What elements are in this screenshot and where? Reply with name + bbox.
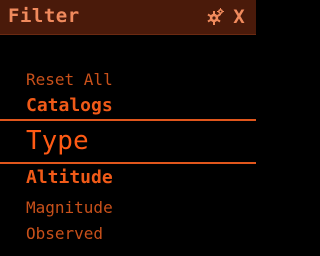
menu-item-observed[interactable]: Observed: [26, 224, 103, 243]
close-button[interactable]: X: [228, 5, 250, 29]
selection-divider-bottom: [0, 162, 256, 164]
menu-item-reset-all[interactable]: Reset All: [26, 70, 113, 89]
filter-screen: Filter X Reset All Catalogs Type Altitud…: [0, 0, 256, 256]
menu-item-catalogs[interactable]: Catalogs: [26, 95, 113, 116]
settings-button[interactable]: [204, 5, 226, 29]
window-title: Filter: [8, 5, 80, 27]
selection-divider-top: [0, 119, 256, 121]
title-bar: Filter X: [0, 0, 256, 35]
menu-item-type[interactable]: Type: [26, 126, 89, 156]
close-icon: X: [233, 5, 245, 28]
menu-item-altitude[interactable]: Altitude: [26, 167, 113, 188]
gear-icon: [207, 8, 224, 25]
menu-item-magnitude[interactable]: Magnitude: [26, 198, 113, 217]
